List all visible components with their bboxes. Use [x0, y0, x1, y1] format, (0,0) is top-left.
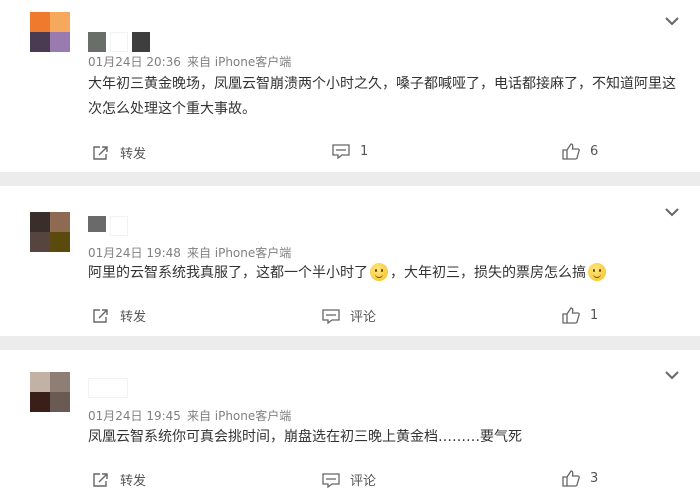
- comment-source: 来自 iPhone客户端: [186, 55, 292, 69]
- thinking-emoji-icon: [588, 263, 606, 281]
- comment-icon: [322, 308, 340, 324]
- forward-label: 转发: [120, 474, 147, 489]
- thumbs-up-icon: [562, 143, 580, 160]
- forward-button[interactable]: 转发: [92, 470, 146, 489]
- comment-text-part-2: ，大年初三，损失的票房怎么搞: [390, 265, 586, 281]
- smile-emoji-icon: [370, 263, 388, 281]
- username-blurred[interactable]: [88, 378, 128, 398]
- thumbs-up-icon: [562, 307, 580, 324]
- comment-card-1: 01月24日 20:36 来自 iPhone客户端 大年初三黄金晚场，凤凰云智崩溃…: [0, 0, 700, 172]
- comment-count: 1: [360, 143, 369, 159]
- comment-meta: 01月24日 19:45 来自 iPhone客户端: [88, 407, 291, 424]
- comment-label: 评论: [350, 474, 377, 489]
- comment-meta: 01月24日 19:48 来自 iPhone客户端: [88, 244, 291, 261]
- comment-text: 阿里的云智系统我真服了，这都一个半小时了 ，大年初三，损失的票房怎么搞: [88, 261, 678, 286]
- username-blurred[interactable]: [88, 216, 128, 236]
- forward-label: 转发: [120, 310, 147, 325]
- comment-time: 01月24日 20:36: [88, 55, 181, 69]
- comment-text: 大年初三黄金晚场，凤凰云智崩溃两个小时之久，嗓子都喊哑了，电话都接麻了，不知道阿…: [88, 76, 676, 117]
- comment-text: 凤凰云智系统你可真会挑时间，崩盘选在初三晚上黄金档………要气死: [88, 429, 522, 445]
- comment-button[interactable]: 1: [332, 143, 368, 159]
- comment-source: 来自 iPhone客户端: [186, 246, 292, 260]
- comment-time: 01月24日 19:48: [88, 246, 181, 260]
- comment-button[interactable]: 评论: [322, 306, 376, 325]
- forward-icon: [93, 308, 108, 323]
- forward-icon: [93, 145, 108, 160]
- comment-meta: 01月24日 20:36 来自 iPhone客户端: [88, 53, 291, 70]
- comment-card-3: 01月24日 19:45 来自 iPhone客户端 凤凰云智系统你可真会挑时间，崩…: [0, 350, 700, 504]
- avatar[interactable]: [30, 212, 70, 252]
- forward-button[interactable]: 转发: [92, 143, 146, 162]
- chevron-down-icon[interactable]: [664, 206, 680, 218]
- comment-source: 来自 iPhone客户端: [186, 409, 292, 423]
- comment-text-part-1: 阿里的云智系统我真服了，这都一个半小时了: [88, 265, 368, 281]
- username-blurred[interactable]: [88, 32, 150, 52]
- forward-label: 转发: [120, 147, 147, 162]
- chevron-down-icon[interactable]: [664, 369, 680, 381]
- avatar[interactable]: [30, 12, 70, 52]
- comment-button[interactable]: 评论: [322, 470, 376, 489]
- forward-icon: [93, 472, 108, 487]
- comment-icon: [322, 472, 340, 488]
- like-button[interactable]: 6: [562, 143, 598, 160]
- forward-button[interactable]: 转发: [92, 306, 146, 325]
- like-count: 6: [590, 144, 599, 159]
- avatar[interactable]: [30, 372, 70, 412]
- comment-label: 评论: [350, 310, 377, 325]
- like-button[interactable]: 3: [562, 470, 598, 487]
- comment-time: 01月24日 19:45: [88, 409, 181, 423]
- like-button[interactable]: 1: [562, 307, 598, 324]
- comment-card-2: 01月24日 19:48 来自 iPhone客户端 阿里的云智系统我真服了，这都一…: [0, 186, 700, 336]
- thumbs-up-icon: [562, 470, 580, 487]
- comment-icon: [332, 144, 350, 159]
- like-count: 1: [590, 308, 599, 323]
- like-count: 3: [590, 471, 599, 486]
- chevron-down-icon[interactable]: [664, 15, 680, 27]
